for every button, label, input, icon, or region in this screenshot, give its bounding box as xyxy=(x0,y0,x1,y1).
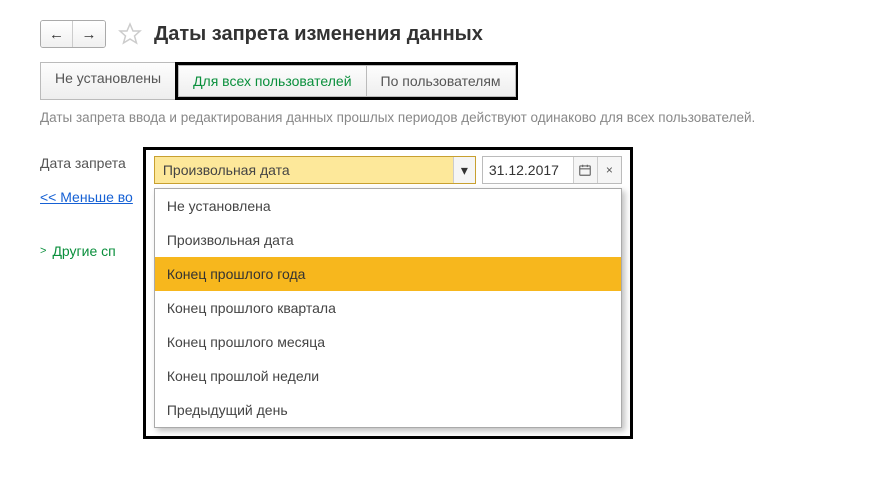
tab-highlight-frame: Для всех пользователей По пользователям xyxy=(175,62,517,100)
tab-not-set[interactable]: Не установлены xyxy=(40,62,176,100)
favorite-star-icon[interactable] xyxy=(118,22,142,46)
dropdown-item[interactable]: Не установлена xyxy=(155,189,621,223)
tab-by-users[interactable]: По пользователям xyxy=(366,65,516,97)
other-methods-toggle[interactable]: > Другие сп xyxy=(40,243,116,259)
date-input[interactable] xyxy=(483,157,573,183)
dropdown-item[interactable]: Конец прошлого квартала xyxy=(155,291,621,325)
tab-all-users[interactable]: Для всех пользователей xyxy=(178,65,366,97)
other-methods-label: Другие сп xyxy=(52,243,115,259)
page-title: Даты запрета изменения данных xyxy=(154,23,483,46)
dropdown-item[interactable]: Конец прошлой недели xyxy=(155,359,621,393)
nav-forward-button[interactable]: → xyxy=(73,21,105,47)
calendar-icon[interactable] xyxy=(573,157,597,183)
chevron-right-icon: > xyxy=(40,245,46,257)
date-type-select[interactable]: Произвольная дата ▾ xyxy=(154,156,476,184)
description-text: Даты запрета ввода и редактирования данн… xyxy=(40,110,856,125)
date-type-dropdown-list: Не установлена Произвольная дата Конец п… xyxy=(154,188,622,428)
date-controls-highlight-frame: Произвольная дата ▾ × Не установлена Пр xyxy=(143,147,633,439)
date-type-select-value: Произвольная дата xyxy=(155,157,453,183)
nav-back-forward-group: ← → xyxy=(40,20,106,48)
date-field: × xyxy=(482,156,622,184)
dropdown-item[interactable]: Конец прошлого года xyxy=(155,257,621,291)
date-restriction-label: Дата запрета xyxy=(40,147,126,171)
less-options-link[interactable]: << Меньше во xyxy=(40,189,133,205)
nav-back-button[interactable]: ← xyxy=(41,21,73,47)
clear-date-icon[interactable]: × xyxy=(597,157,621,183)
dropdown-item[interactable]: Предыдущий день xyxy=(155,393,621,427)
dropdown-item[interactable]: Произвольная дата xyxy=(155,223,621,257)
dropdown-caret-icon[interactable]: ▾ xyxy=(453,157,475,183)
dropdown-item[interactable]: Конец прошлого месяца xyxy=(155,325,621,359)
